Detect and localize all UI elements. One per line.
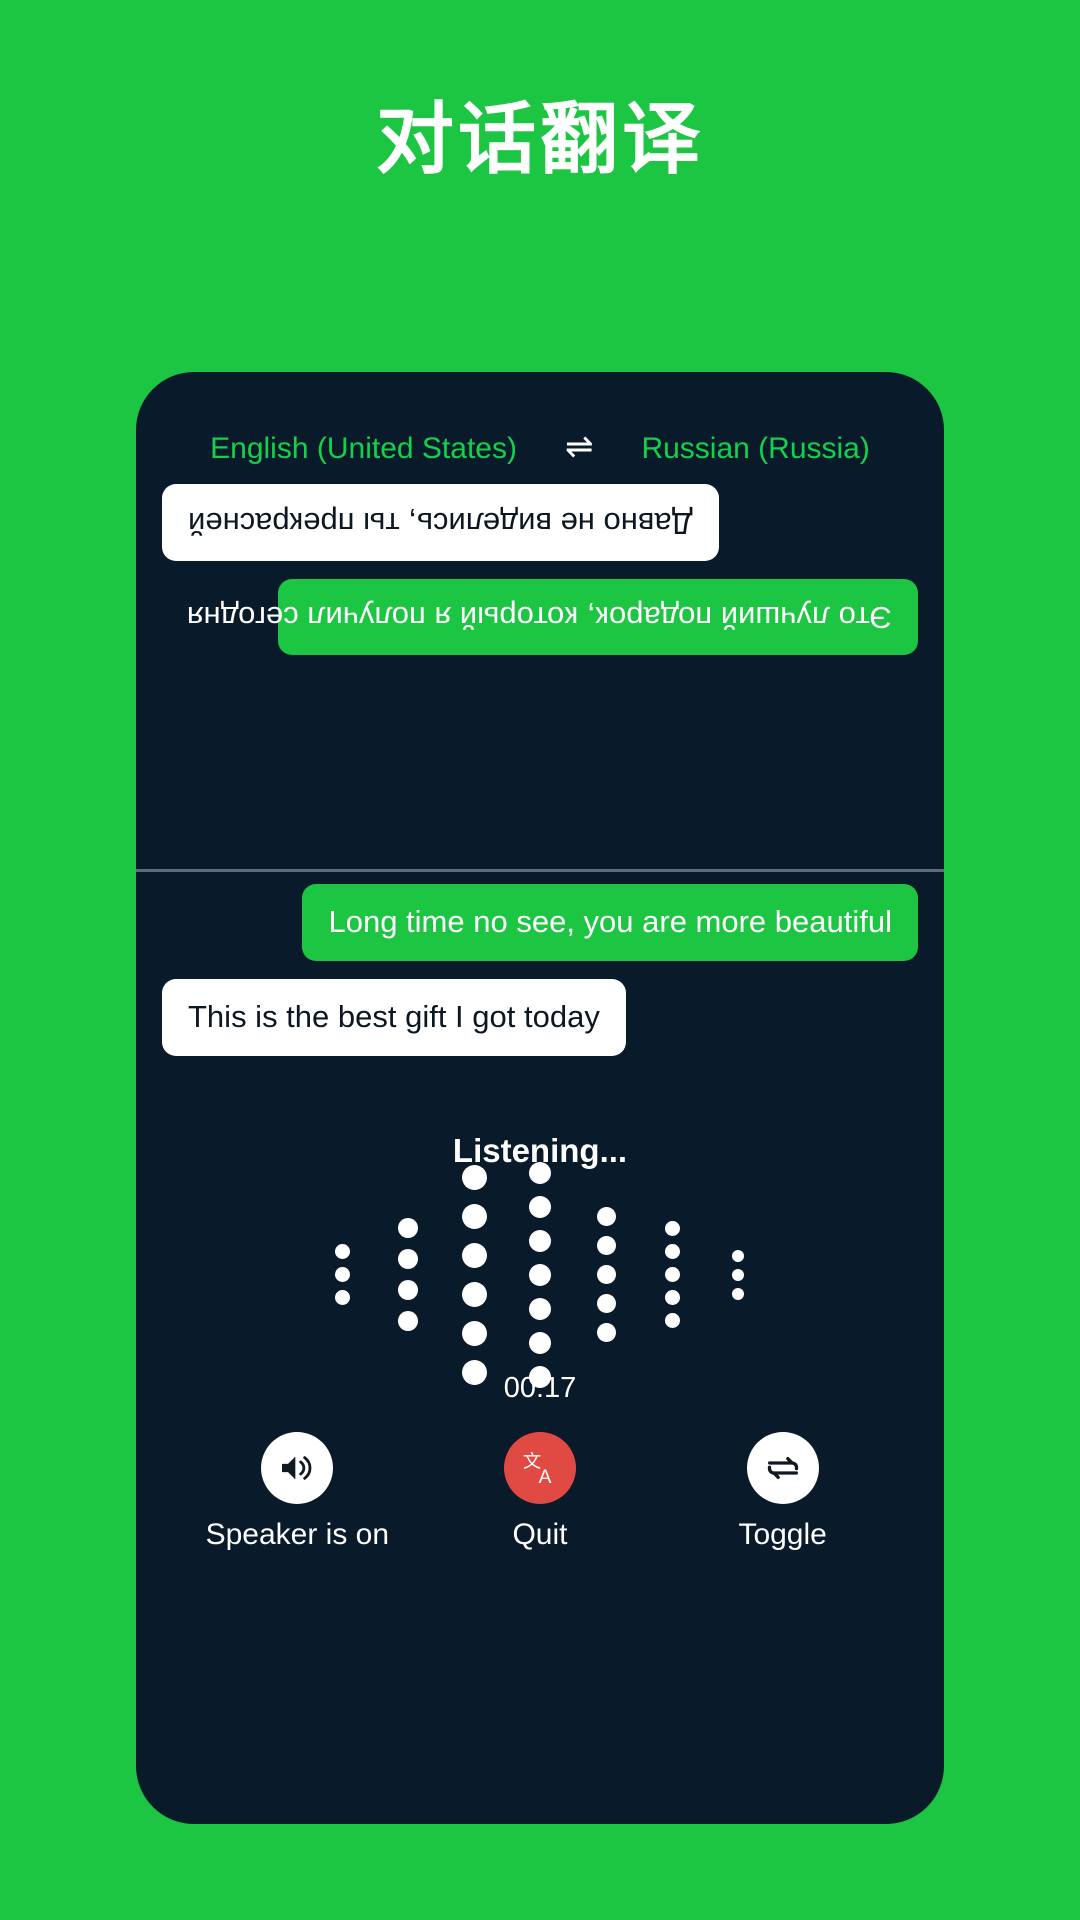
- recording-timer: 00:17: [503, 1372, 577, 1404]
- message-row: Это лучший подарок, который я получил се…: [162, 578, 918, 656]
- message-row: This is the best gift I got today: [162, 978, 918, 1056]
- quit-button[interactable]: 文 A Quit: [430, 1432, 650, 1552]
- visualizer-dot: [461, 1203, 487, 1229]
- visualizer-dot: [529, 1161, 551, 1184]
- visualizer-column: [375, 1218, 441, 1331]
- visualizer-dot: [529, 1263, 551, 1286]
- visualizer-dot: [334, 1244, 350, 1259]
- page-title: 对话翻译: [375, 95, 704, 185]
- visualizer-dot: [664, 1221, 680, 1236]
- swap-horizontal-icon[interactable]: ⇌: [565, 430, 594, 464]
- visualizer-dot: [529, 1297, 551, 1320]
- visualizer-dot: [529, 1331, 551, 1354]
- visualizer-dot: [664, 1267, 680, 1282]
- phone-card: English (United States) ⇌ Russian (Russi…: [136, 372, 944, 1824]
- message-bubble[interactable]: Давно не виделись, ты прекрасней: [162, 484, 719, 561]
- conversation-panel-rotated: Это лучший подарок, который я получил се…: [136, 468, 944, 868]
- visualizer-dot: [398, 1218, 418, 1238]
- quit-button-label: Quit: [512, 1518, 568, 1551]
- visualizer-dot: [732, 1287, 744, 1300]
- svg-text:A: A: [539, 1467, 552, 1488]
- message-row: Давно не виделись, ты прекрасней: [162, 484, 918, 561]
- visualizer-dot: [334, 1290, 350, 1305]
- audio-visualizer: [136, 1161, 944, 1388]
- visualizer-dot: [596, 1323, 616, 1342]
- visualizer-dot: [664, 1290, 680, 1305]
- visualizer-column: [309, 1244, 375, 1305]
- visualizer-dot: [732, 1268, 744, 1281]
- rotated-message-list: Это лучший подарок, который я получил се…: [136, 468, 944, 656]
- visualizer-column: [573, 1207, 639, 1342]
- panel-divider: [136, 869, 944, 872]
- translate-icon: 文 A: [523, 1451, 552, 1488]
- visualizer-dot: [461, 1242, 487, 1268]
- visualizer-dot: [529, 1229, 551, 1252]
- toggle-swap-icon: [767, 1457, 798, 1479]
- visualizer-dot: [461, 1164, 487, 1190]
- visualizer-dot: [461, 1320, 487, 1346]
- visualizer-dot: [596, 1236, 616, 1255]
- speaker-button-label: Speaker is on: [205, 1518, 390, 1551]
- visualizer-column: [441, 1164, 507, 1385]
- visualizer-dot: [398, 1311, 418, 1331]
- conversation-panel: Long time no see, you are more beautiful…: [136, 884, 944, 1056]
- message-bubble[interactable]: This is the best gift I got today: [162, 978, 626, 1056]
- visualizer-dot: [334, 1267, 350, 1282]
- visualizer-dot: [461, 1281, 487, 1307]
- app-screen: 对话翻译 English (United States) ⇌ Russian (…: [0, 0, 1080, 1920]
- visualizer-column: [705, 1249, 771, 1300]
- visualizer-column: [507, 1161, 573, 1388]
- toggle-button-label: Toggle: [738, 1518, 827, 1551]
- visualizer-dot: [732, 1249, 744, 1262]
- visualizer-column: [639, 1221, 705, 1328]
- toggle-button[interactable]: Toggle: [673, 1432, 893, 1552]
- visualizer-dot: [664, 1313, 680, 1328]
- visualizer-dot: [398, 1249, 418, 1269]
- visualizer-dot: [596, 1294, 616, 1313]
- visualizer-dot: [529, 1195, 551, 1218]
- visualizer-dot: [664, 1244, 680, 1259]
- visualizer-dot: [398, 1280, 418, 1300]
- message-bubble[interactable]: Long time no see, you are more beautiful: [302, 884, 918, 961]
- speaker-on-icon: [282, 1456, 312, 1480]
- speaker-button[interactable]: Speaker is on: [187, 1432, 407, 1552]
- target-language-label[interactable]: Russian (Russia): [641, 432, 869, 466]
- quit-button-circle[interactable]: 文 A: [503, 1432, 576, 1504]
- language-bar: English (United States) ⇌ Russian (Russi…: [136, 430, 944, 466]
- source-language-label[interactable]: English (United States): [210, 432, 517, 466]
- visualizer-dot: [596, 1207, 616, 1226]
- message-bubble[interactable]: Это лучший подарок, который я получил се…: [187, 578, 918, 656]
- action-bar: Speaker is on 文 A Quit Toggle: [136, 1432, 944, 1552]
- speaker-button-circle[interactable]: [261, 1432, 334, 1504]
- message-row: Long time no see, you are more beautiful: [162, 884, 918, 961]
- visualizer-dot: [596, 1265, 616, 1284]
- toggle-button-circle[interactable]: [746, 1432, 819, 1504]
